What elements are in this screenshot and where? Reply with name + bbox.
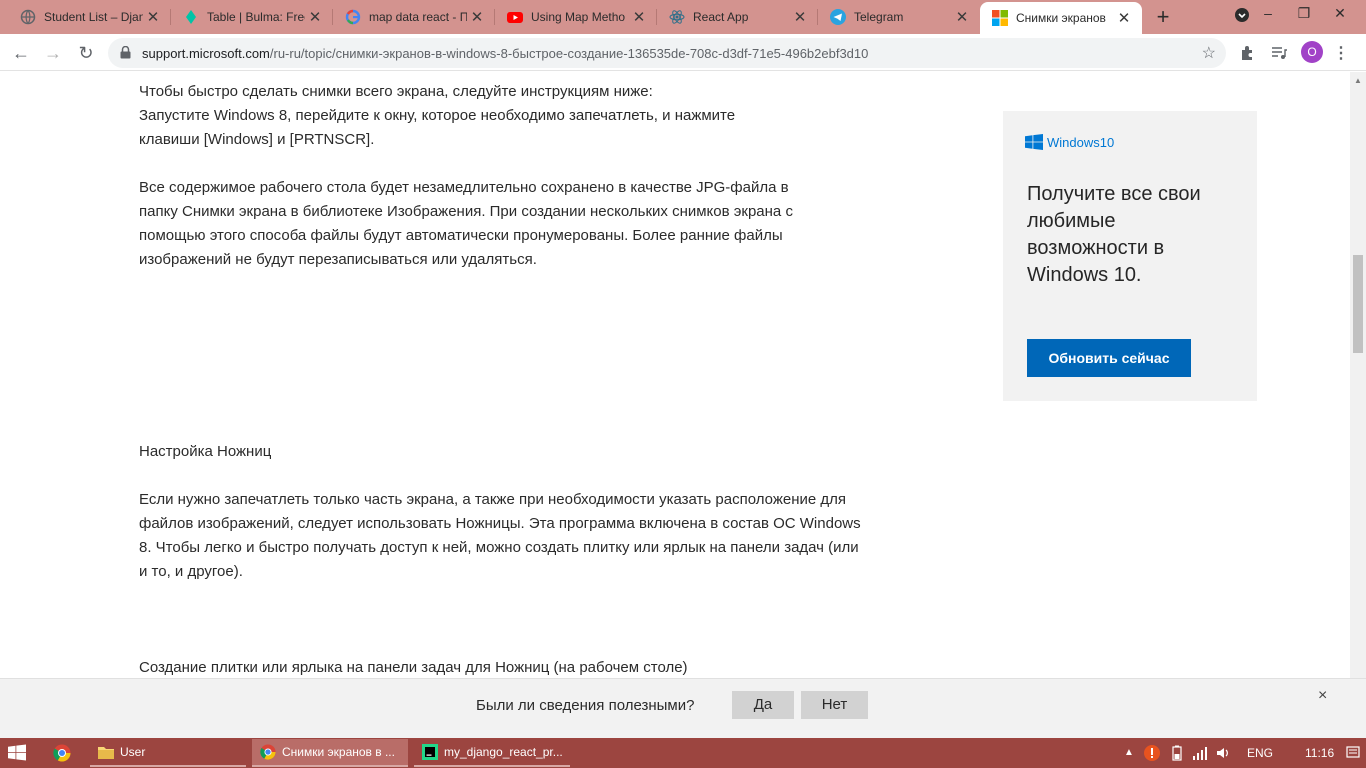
battery-icon[interactable] xyxy=(1170,745,1184,764)
tab-strip: Student List – Djan ✕ Table | Bulma: Fre… xyxy=(0,0,1366,34)
close-icon[interactable]: ✕ xyxy=(952,8,972,26)
taskbar-item-pycharm[interactable]: my_django_react_pr... xyxy=(414,739,570,767)
close-icon[interactable]: ✕ xyxy=(1114,9,1134,27)
microsoft-icon xyxy=(992,10,1008,26)
tab-microsoft-support[interactable]: Снимки экранов ✕ xyxy=(980,2,1142,34)
tab-title: map data react - П xyxy=(369,10,467,24)
feedback-no-button[interactable]: Нет xyxy=(801,691,868,719)
windows-logo-icon xyxy=(1025,134,1043,150)
minimize-icon[interactable]: – xyxy=(1250,0,1286,30)
tab-google[interactable]: map data react - П ✕ xyxy=(333,0,495,34)
article-paragraph: Чтобы быстро сделать снимки всего экрана… xyxy=(139,83,736,148)
tab-youtube[interactable]: Using Map Metho ✕ xyxy=(495,0,657,34)
update-now-button[interactable]: Обновить сейчас xyxy=(1027,339,1191,377)
notifications-icon[interactable] xyxy=(1346,745,1360,764)
close-icon[interactable]: ✕ xyxy=(790,8,810,26)
taskbar-item-label: my_django_react_pr... xyxy=(444,745,563,759)
react-icon xyxy=(669,9,685,25)
tab-react-app[interactable]: React App ✕ xyxy=(657,0,818,34)
taskbar-item-label: User xyxy=(120,745,146,759)
taskbar-item-label: Снимки экранов в ... xyxy=(282,745,395,759)
bulma-icon xyxy=(183,9,199,25)
tab-title: Student List – Djan xyxy=(44,10,143,24)
media-queue-icon[interactable] xyxy=(1268,42,1290,64)
google-icon xyxy=(345,9,361,25)
close-icon[interactable]: ✕ xyxy=(629,8,649,26)
globe-icon xyxy=(20,9,36,25)
warning-alert-icon[interactable] xyxy=(1144,745,1160,764)
chrome-icon xyxy=(260,744,276,760)
promo-logo-text: Windows10 xyxy=(1047,134,1115,150)
article-paragraph: Все содержимое рабочего стола будет неза… xyxy=(139,179,793,268)
network-signal-icon[interactable] xyxy=(1192,745,1208,764)
youtube-icon xyxy=(507,9,523,25)
feedback-yes-button[interactable]: Да xyxy=(732,691,794,719)
lock-icon[interactable] xyxy=(120,45,131,64)
scroll-up-icon[interactable]: ▲ xyxy=(1354,76,1362,85)
back-icon[interactable]: ← xyxy=(8,40,34,66)
tab-telegram[interactable]: Telegram ✕ xyxy=(818,0,980,34)
page-scrollbar[interactable]: ▲ xyxy=(1350,72,1366,678)
taskbar-item-chrome[interactable]: Снимки экранов в ... xyxy=(252,739,408,767)
scrollbar-thumb[interactable] xyxy=(1353,255,1363,353)
folder-icon xyxy=(98,744,114,760)
clock-time[interactable]: 11:16 xyxy=(1305,746,1334,760)
tab-bulma[interactable]: Table | Bulma: Free ✕ xyxy=(171,0,333,34)
forward-icon[interactable]: → xyxy=(40,40,66,66)
telegram-icon xyxy=(830,9,846,25)
extensions-puzzle-icon[interactable] xyxy=(1237,42,1259,64)
start-windows-icon[interactable] xyxy=(8,744,26,766)
menu-kebab-icon[interactable]: ⋮ xyxy=(1330,42,1352,64)
pycharm-icon xyxy=(422,744,438,760)
close-icon[interactable]: ✕ xyxy=(467,8,487,26)
volume-speaker-icon[interactable] xyxy=(1216,745,1232,764)
restore-icon[interactable]: ❐ xyxy=(1286,0,1322,30)
windows10-promo: Windows10 Получите все свои любимые возм… xyxy=(1003,111,1257,401)
windows-taskbar: User Снимки экранов в ... my_django_reac… xyxy=(0,738,1366,768)
tab-title: Telegram xyxy=(854,10,904,24)
section-heading: Настройка Ножниц xyxy=(139,443,272,460)
profile-avatar[interactable]: O xyxy=(1301,41,1323,63)
window-close-icon[interactable]: ✕ xyxy=(1322,0,1358,30)
reload-icon[interactable]: ↻ xyxy=(73,40,99,66)
close-icon[interactable]: × xyxy=(1318,687,1327,705)
promo-text: Получите все свои любимые возможности в … xyxy=(1027,183,1201,286)
tab-title: React App xyxy=(693,10,749,24)
url-text: support.microsoft.com/ru-ru/topic/снимки… xyxy=(142,46,869,61)
bookmark-star-icon[interactable]: ☆ xyxy=(1202,43,1216,63)
input-language[interactable]: ENG xyxy=(1247,746,1273,760)
feedback-bar: Были ли сведения полезными? Да Нет × xyxy=(0,678,1366,738)
address-bar[interactable]: support.microsoft.com/ru-ru/topic/снимки… xyxy=(108,38,1226,68)
windows10-logo: Windows10 xyxy=(1025,134,1114,150)
tab-title: Using Map Metho xyxy=(531,10,626,24)
tray-overflow-chevron-icon[interactable]: ▲ xyxy=(1124,747,1134,758)
close-icon[interactable]: ✕ xyxy=(305,8,325,26)
section-heading: Создание плитки или ярлыка на панели зад… xyxy=(139,659,688,676)
article-paragraph: Если нужно запечатлеть только часть экра… xyxy=(139,491,861,580)
chrome-icon[interactable] xyxy=(53,744,71,767)
browser-toolbar: ← → ↻ support.microsoft.com/ru-ru/topic/… xyxy=(0,34,1366,71)
tab-title: Снимки экранов xyxy=(1016,11,1106,25)
tab-title: Table | Bulma: Free xyxy=(207,10,305,24)
tab-student-list[interactable]: Student List – Djan ✕ xyxy=(8,0,171,34)
taskbar-item-explorer[interactable]: User xyxy=(90,739,246,767)
page-content: Чтобы быстро сделать снимки всего экрана… xyxy=(0,72,1350,678)
close-icon[interactable]: ✕ xyxy=(143,8,163,26)
new-tab-button[interactable]: + xyxy=(1150,4,1176,30)
feedback-question: Были ли сведения полезными? xyxy=(476,697,695,714)
